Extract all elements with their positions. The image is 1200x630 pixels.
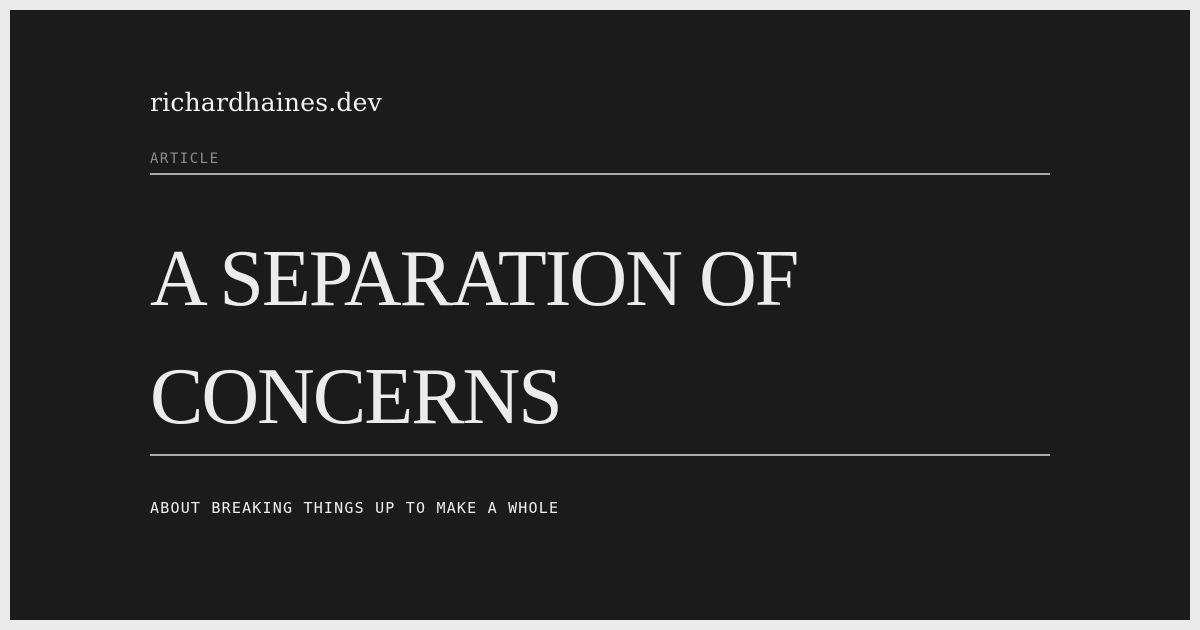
article-kicker: ARTICLE (150, 151, 220, 167)
site-name: richardhaines.dev (150, 88, 382, 117)
article-subtitle: ABOUT BREAKING THINGS UP TO MAKE A WHOLE (150, 499, 560, 517)
article-title: A SEPARATION OF CONCERNS (150, 235, 799, 441)
card-content: richardhaines.dev ARTICLE A SEPARATION O… (150, 10, 1050, 620)
bottom-divider (150, 454, 1050, 456)
social-card: richardhaines.dev ARTICLE A SEPARATION O… (10, 10, 1190, 620)
top-divider (150, 173, 1050, 175)
